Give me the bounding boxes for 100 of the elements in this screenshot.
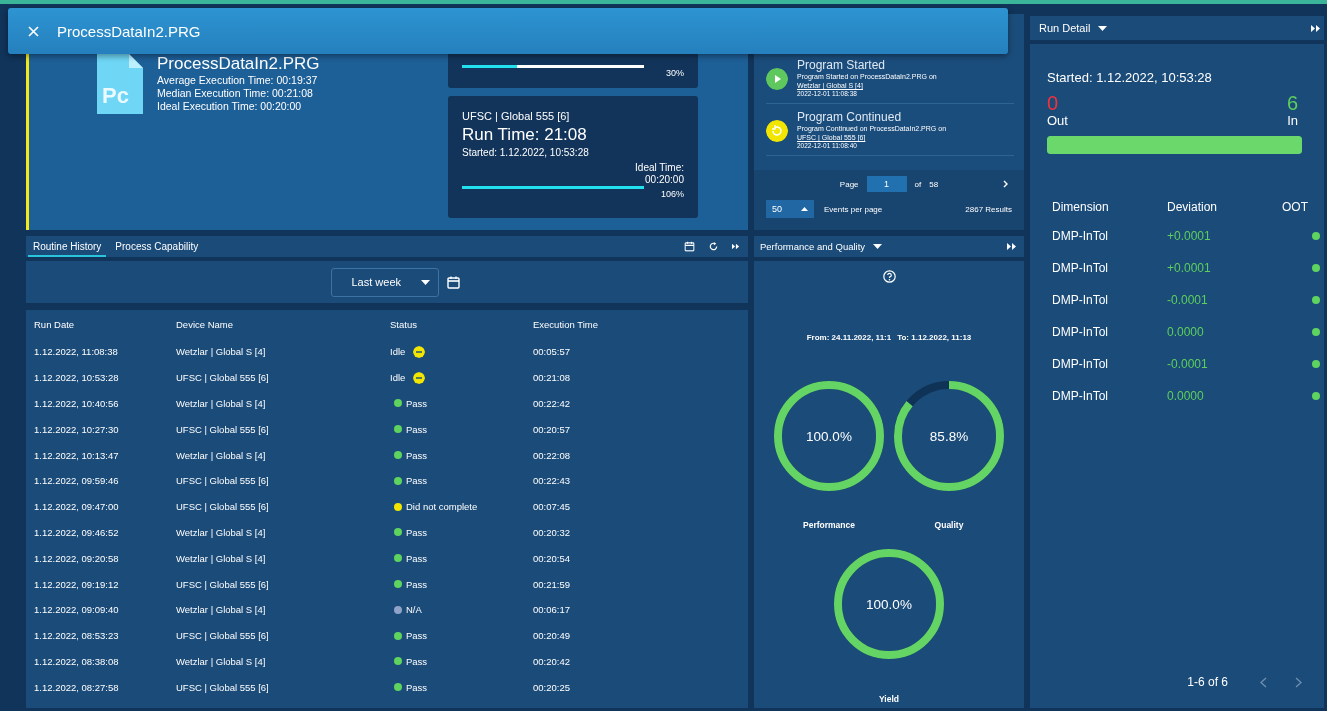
table-cell-text: UFSC | Global 555 [6] xyxy=(176,423,270,435)
previous-page-icon[interactable] xyxy=(1260,676,1267,688)
caret-icon[interactable] xyxy=(873,244,883,249)
tab[interactable]: Process Capability xyxy=(110,236,204,257)
event-title: Program Started xyxy=(797,58,887,72)
per-page-select[interactable]: 50 xyxy=(766,200,814,218)
table-cell-text: UFSC | Global 555 [6] xyxy=(176,681,270,693)
table-cell-text: 1.12.2022, 11:08:38 xyxy=(34,346,119,358)
table-cell-text: 1.12.2022, 09:46:52 xyxy=(34,526,120,538)
gauge-label: Yield xyxy=(879,694,899,704)
dialog-title: ProcessDataIn2.PRG xyxy=(57,22,201,40)
table-cell-text: -0.0001 xyxy=(1167,357,1209,371)
play-icon xyxy=(766,68,788,90)
help-icon[interactable] xyxy=(882,270,896,283)
close-icon[interactable] xyxy=(28,25,39,37)
execution-time-stat: Median Execution Time: 00:21:08 xyxy=(157,87,314,100)
refresh-icon[interactable] xyxy=(709,242,718,251)
start-time: Started: 1.12.2022, 10:53:28 xyxy=(462,147,590,158)
table-cell-text: 00:20:49 xyxy=(533,630,571,642)
calendar-icon[interactable] xyxy=(446,275,460,289)
page-label: Page xyxy=(839,179,859,189)
table-cell-text: 00:05:57 xyxy=(533,346,571,358)
event-title: Program Continued xyxy=(797,110,903,124)
ideal-time-label: Ideal Time: xyxy=(634,162,684,174)
restart-icon xyxy=(766,120,788,142)
table-cell-text: UFSC | Global 555 [6] xyxy=(176,501,270,513)
status-text: Pass xyxy=(406,578,428,590)
column-header: Run Date xyxy=(34,319,76,330)
table-cell-text: 1.12.2022, 09:59:46 xyxy=(34,475,120,487)
date-range-to: To: 1.12.2022, 11:13 xyxy=(897,333,972,342)
table-cell-text: DMP-InTol xyxy=(1052,261,1109,275)
table-cell-text: -0.0001 xyxy=(1167,293,1209,307)
table-cell-text: 00:20:25 xyxy=(533,681,571,693)
caret-icon[interactable] xyxy=(420,279,430,285)
table-cell-text: 1.12.2022, 09:47:00 xyxy=(34,501,120,513)
tab[interactable]: Routine History xyxy=(28,236,107,257)
column-header: OOT xyxy=(1282,200,1309,214)
gauge-value: 85.8% xyxy=(929,428,969,444)
status-text: Pass xyxy=(406,398,428,409)
column-header: Status xyxy=(390,319,418,330)
column-header: Execution Time xyxy=(533,319,599,330)
table-cell-text: 1.12.2022, 09:19:12 xyxy=(34,578,120,590)
table-cell-text: Wetzlar | Global S [4] xyxy=(176,398,267,409)
double-arrow-icon[interactable] xyxy=(1311,24,1320,32)
panel-title[interactable]: Performance and Quality xyxy=(760,241,866,252)
per-page-label: Events per page xyxy=(824,204,883,214)
table-cell-text: +0.0001 xyxy=(1167,229,1212,243)
gauge-label: Quality xyxy=(934,520,964,530)
pagination-range: 1-6 of 6 xyxy=(1187,675,1228,689)
table-cell-text: 1.12.2022, 09:20:58 xyxy=(34,552,120,564)
table-cell-text: DMP-InTol xyxy=(1052,325,1109,339)
status-text: Idle xyxy=(390,346,406,358)
table-cell-text: UFSC | Global 555 [6] xyxy=(176,630,270,642)
table-cell-text: Wetzlar | Global S [4] xyxy=(176,655,267,667)
date-range-dropdown[interactable]: Last week xyxy=(330,267,439,297)
table-cell-text: 1.12.2022, 10:13:47 xyxy=(34,449,120,461)
table-cell-text: UFSC | Global 555 [6] xyxy=(176,578,270,590)
table-cell-text: 00:20:54 xyxy=(533,552,571,564)
table-cell-text: +0.0001 xyxy=(1167,261,1212,275)
table-cell-text: 00:21:08 xyxy=(533,372,571,384)
table-cell-text: 0.0000 xyxy=(1167,389,1205,403)
status-text: Pass xyxy=(406,630,428,642)
table-cell-text: DMP-InTol xyxy=(1052,229,1109,243)
panel-title[interactable]: Run Detail xyxy=(1039,22,1091,34)
column-header: Dimension xyxy=(1052,200,1110,214)
file-icon: Pc xyxy=(97,54,143,114)
status-text: N/A xyxy=(406,604,422,616)
table-cell-text: UFSC | Global 555 [6] xyxy=(176,475,270,487)
page-field[interactable]: 1 xyxy=(866,176,907,192)
table-cell-text: 1.12.2022, 09:09:40 xyxy=(34,604,120,616)
gauge-label: Performance xyxy=(803,520,855,530)
caret-icon[interactable] xyxy=(801,207,808,211)
page-count: 58 xyxy=(929,179,939,189)
in-count: 6 xyxy=(1286,93,1298,113)
table-cell-text: Wetzlar | Global S [4] xyxy=(176,449,267,461)
ideal-time: 00:20:00 xyxy=(644,174,684,186)
results-count: 2867 Results xyxy=(965,204,1012,214)
page-of-label: of xyxy=(914,179,922,189)
caret-icon[interactable] xyxy=(1098,25,1108,31)
table-cell-text: 0.0000 xyxy=(1167,325,1205,339)
table-cell-text: DMP-InTol xyxy=(1052,357,1109,371)
start-time: Started: 1.12.2022, 10:53:28 xyxy=(1047,70,1213,85)
status-text: Pass xyxy=(406,526,428,538)
table-cell-text: 00:06:17 xyxy=(533,604,571,616)
table-cell-text: 00:21:59 xyxy=(533,578,571,590)
table-cell-text: 00:07:45 xyxy=(533,501,571,513)
in-label: In xyxy=(1286,113,1298,128)
progress-percent: 30% xyxy=(666,68,684,78)
out-label: Out xyxy=(1047,113,1068,128)
table-cell-text: 00:22:43 xyxy=(533,475,571,487)
status-text: Pass xyxy=(406,449,428,461)
table-cell-text: 1.12.2022, 08:53:23 xyxy=(34,630,120,642)
table-cell-text: 1.12.2022, 10:53:28 xyxy=(34,372,120,384)
table-cell-text: Wetzlar | Global S [4] xyxy=(176,346,267,358)
status-text: Pass xyxy=(406,423,428,435)
table-cell-text: 00:22:08 xyxy=(533,449,571,461)
status-text: Pass xyxy=(406,475,428,487)
double-arrow-icon[interactable] xyxy=(731,243,740,250)
calendar-icon[interactable] xyxy=(684,241,695,252)
double-arrow-icon[interactable] xyxy=(1007,243,1016,250)
